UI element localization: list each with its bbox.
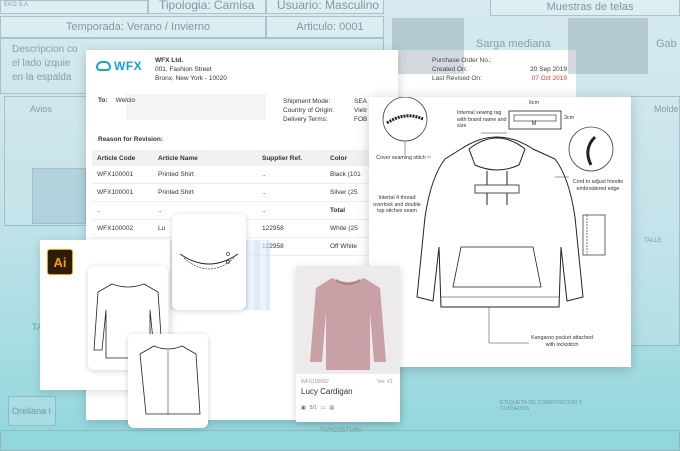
comment-icon[interactable]: ▭ <box>321 405 326 411</box>
column-header: Supplier Ref. <box>262 154 303 162</box>
po-number-label-visible: Purchase Order No.: <box>432 57 492 64</box>
illustrator-icon: Ai <box>47 249 73 275</box>
column-header: Article Code <box>97 154 136 162</box>
bg-cell-articulo: Articulo: 0001 <box>266 16 384 38</box>
bg-cell-tipologia: Tipologia: Camisa <box>148 0 266 14</box>
reason-for-revision: Reason for Revision: <box>98 136 164 143</box>
article-name: .. <box>158 207 162 214</box>
article-code: WFX100001 <box>97 171 134 178</box>
delivery-terms-value: FOB <box>354 116 368 123</box>
po-header-fields: Purchase Order No.: Created On: 20 Sep 2… <box>432 56 567 83</box>
attachment-icon[interactable]: ▤ <box>329 405 334 411</box>
bg-orellana: Orellana I <box>12 406 52 416</box>
revised-date-visible: 07 Oct 2019 <box>531 75 567 82</box>
article-code: WFX100002 <box>97 225 134 232</box>
bg-sarga: Sarga mediana <box>476 38 551 50</box>
cardigan-drawing <box>139 345 201 415</box>
company-address-line2: Bronx, New York - 10020 <box>155 75 227 82</box>
supplier-ref: .. <box>262 171 266 178</box>
bg-molde: Molde <box>654 104 679 114</box>
tag-size-letter: M <box>531 121 537 127</box>
sketch-cardigan[interactable] <box>128 334 208 428</box>
article-name: Printed Shirt <box>158 171 194 178</box>
bg-etiqueta: ETIQUETA DE COMPOSICION Y CUIDADOS <box>500 400 583 412</box>
bg-cell-muestras: Muestras de telas <box>490 0 680 16</box>
image-count-icon: ▣ <box>301 405 306 411</box>
product-name: Lucy Cardigan <box>301 387 353 396</box>
measure-width: 6cm <box>528 100 539 106</box>
created-date-visible: 20 Sep 2019 <box>530 66 567 73</box>
column-header: Article Name <box>158 154 198 162</box>
shipment-mode-value: SEA <box>354 98 368 105</box>
product-code: WFX100002 <box>301 379 329 385</box>
supplier-name: Welcio <box>115 97 136 104</box>
measure-height: 3cm <box>563 115 574 121</box>
product-version: Ver. #1 <box>377 379 393 385</box>
bg-footer-row <box>0 430 680 451</box>
country-origin-label: Country of Origin: <box>283 107 334 114</box>
label-cord: Cord to adjust hoodie embroidered edge <box>572 179 624 192</box>
shipping-labels: Shipment Mode: Country of Origin: Delive… <box>283 97 334 124</box>
bg-cell-usuario: Usuario: Masculino <box>266 0 384 14</box>
cloud-icon <box>96 61 111 71</box>
bg-eko: EKO S.A <box>4 2 29 8</box>
article-code: .. <box>97 207 101 214</box>
wfx-logo: WFX <box>96 59 142 73</box>
bg-gab: Gab <box>656 38 677 50</box>
delivery-terms-label: Delivery Terms: <box>283 116 328 123</box>
company-address-line1: 001, Fashion Street <box>155 66 212 73</box>
table-row[interactable]: WFX100001 Printed Shirt .. Black (101 <box>92 166 398 184</box>
cardigan-photo <box>310 278 386 370</box>
bg-molde-box <box>630 96 680 346</box>
supplier-ref: .. <box>262 207 266 214</box>
created-label-visible: Created On: <box>432 66 468 73</box>
revised-row: Last Revised On: 07 Oct 2019 <box>432 74 567 83</box>
supplier-box <box>126 94 266 120</box>
bg-avios: Avios <box>30 104 52 114</box>
label-overlock: Intertal 4 thread overlock and double to… <box>373 195 421 214</box>
sketch-neckline-detail[interactable] <box>172 214 246 310</box>
supplier-ref: 122958 <box>262 225 284 232</box>
to-label: To: <box>98 97 108 104</box>
article-code: WFX100001 <box>97 189 134 196</box>
label-sewing-tag: Internal sewing tag with brand name and … <box>457 110 507 129</box>
company-address: WFX Ltd. 001, Fashion Street Bronx, New … <box>155 56 227 83</box>
image-count: 5/1 <box>309 405 317 411</box>
neckline-drawing <box>179 252 239 270</box>
supplier-ref: 122958 <box>262 243 284 250</box>
hoodie-technical-drawing <box>382 97 614 344</box>
country-origin-value: Vietr <box>354 107 368 114</box>
table-row[interactable]: WFX100001 Printed Shirt .. Silver (25 <box>92 184 398 202</box>
article-name: Printed Shirt <box>158 189 194 196</box>
to-row: To: Welcio <box>98 97 135 104</box>
table-header: Article Code Article Name Supplier Ref. … <box>92 150 398 166</box>
revised-label-visible: Last Revised On: <box>432 75 482 82</box>
hoodie-spec-sheet: 6cm 3cm M Internal sewing tag with brand… <box>369 97 631 367</box>
label-cover-seam: Cover seaming stitch <box>376 155 426 161</box>
created-row: Created On: 20 Sep 2019 <box>432 65 567 74</box>
shipment-mode-label: Shipment Mode: <box>283 98 331 105</box>
product-meta: ▣ 5/1 ▭ ▤ <box>301 405 334 411</box>
bg-button-swatch <box>32 168 86 224</box>
bg-talle: TALLE <box>644 238 662 244</box>
shipping-values: SEA Vietr FOB <box>354 97 367 124</box>
product-image <box>296 266 400 374</box>
product-card[interactable]: WFX100002 Ver. #1 Lucy Cardigan ▣ 5/1 ▭ … <box>296 266 400 422</box>
wfx-logo-text: WFX <box>114 59 143 73</box>
label-kangaroo-pocket: Kangaroo pocket attached with lockstitch <box>531 335 593 348</box>
supplier-ref: .. <box>262 189 266 196</box>
bg-cell-temporada: Temporada: Verano / Invierno <box>0 16 266 38</box>
bg-fabric-swatch-2 <box>568 18 648 74</box>
company-name: WFX Ltd. <box>155 57 184 64</box>
